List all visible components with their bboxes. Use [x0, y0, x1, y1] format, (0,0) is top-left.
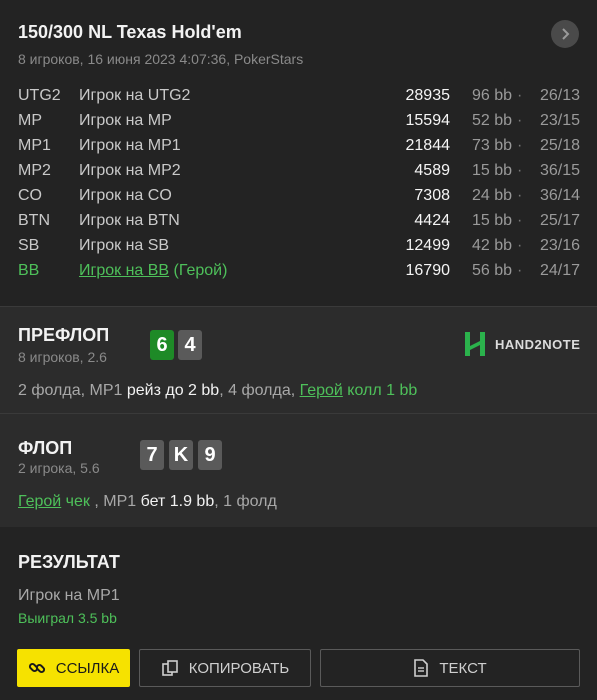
player-position: CO: [18, 187, 42, 204]
copy-button[interactable]: КОПИРОВАТЬ: [139, 649, 311, 687]
player-name: Игрок на BB (Герой): [79, 262, 227, 280]
stat-separator: ·: [517, 112, 523, 129]
result-won: Выиграл 3.5 bb: [18, 610, 117, 626]
copy-icon: [161, 659, 179, 677]
hand2note-logo: HAND2NOTE: [463, 331, 580, 357]
hero-link[interactable]: Герой: [300, 382, 343, 399]
player-position: MP2: [18, 162, 51, 179]
player-stats: 23/16: [539, 237, 580, 254]
flop-actions: Герой чек , MP1 бет 1.9 bb, 1 фолд: [18, 493, 277, 510]
player-name: Игрок на MP1: [79, 137, 181, 154]
player-stats: 23/15: [539, 112, 580, 129]
player-position: SB: [18, 237, 40, 254]
link-icon: [28, 659, 46, 677]
hand2note-logo-icon: [465, 332, 485, 356]
flop-sub: 2 игрока, 5.6: [18, 460, 100, 476]
player-stack: 4424: [414, 212, 450, 229]
players-table: UTG2 Игрок на UTG2 28935 96 bb · 26/13 M…: [0, 84, 597, 284]
player-row: UTG2 Игрок на UTG2 28935 96 bb · 26/13: [0, 84, 597, 109]
player-row: MP1 Игрок на MP1 21844 73 bb · 25/18: [0, 134, 597, 159]
result-title: РЕЗУЛЬТАТ: [18, 552, 120, 572]
preflop-section: ПРЕФЛОП 8 игроков, 2.6 6 4 HAND2NOTE 2 ф…: [0, 306, 597, 413]
hand-header: 150/300 NL Texas Hold'em 8 игроков, 16 и…: [0, 0, 597, 306]
player-stack-bb: 73 bb: [471, 137, 512, 154]
preflop-title: ПРЕФЛОП: [18, 325, 110, 345]
hero-name-link[interactable]: Игрок на BB: [79, 262, 169, 279]
stat-separator: ·: [517, 87, 523, 104]
hand2note-logo-text: HAND2NOTE: [495, 336, 581, 352]
player-stack: 12499: [405, 237, 451, 254]
link-button-label: ССЫЛКА: [55, 659, 120, 677]
result-section: РЕЗУЛЬТАТ Игрок на MP1 Выиграл 3.5 bb СС…: [0, 527, 597, 700]
chevron-right-icon: [562, 28, 570, 40]
player-stack: 28935: [405, 87, 451, 104]
player-stack-bb: 52 bb: [471, 112, 512, 129]
player-name: Игрок на BTN: [79, 212, 180, 229]
player-position: MP1: [18, 137, 51, 154]
hole-card: 4: [178, 330, 202, 360]
board-card: 7: [140, 440, 164, 470]
board-card: K: [169, 440, 193, 470]
player-stack-bb: 42 bb: [471, 237, 512, 254]
player-name: Игрок на SB: [79, 237, 170, 254]
player-row: MP2 Игрок на MP2 4589 15 bb · 36/15: [0, 159, 597, 184]
player-stack-bb: 15 bb: [471, 212, 512, 229]
hole-card: 6: [150, 330, 174, 360]
stat-separator: ·: [517, 262, 523, 279]
player-row: MP Игрок на MP 15594 52 bb · 23/15: [0, 109, 597, 134]
hand-title: 150/300 NL Texas Hold'em: [18, 22, 242, 42]
player-stats: 36/14: [539, 187, 580, 204]
board-card: 9: [198, 440, 222, 470]
stat-separator: ·: [517, 187, 523, 204]
link-button[interactable]: ССЫЛКА: [17, 649, 130, 687]
player-row-hero: BB Игрок на BB (Герой) 16790 56 bb · 24/…: [0, 259, 597, 284]
player-stack: 21844: [405, 137, 451, 154]
player-position: UTG2: [18, 87, 61, 104]
player-stack: 7308: [414, 187, 450, 204]
player-stats: 25/18: [539, 137, 580, 154]
player-stack-bb: 56 bb: [471, 262, 512, 279]
player-stack-bb: 15 bb: [471, 162, 512, 179]
player-row: BTN Игрок на BTN 4424 15 bb · 25/17: [0, 209, 597, 234]
player-name: Игрок на CO: [79, 187, 172, 204]
player-name: Игрок на MP2: [79, 162, 181, 179]
preflop-actions: 2 фолда, MP1 рейз до 2 bb, 4 фолда, Геро…: [18, 382, 418, 399]
player-stack: 16790: [405, 262, 451, 279]
player-stats: 26/13: [539, 87, 580, 104]
player-position: BB: [18, 262, 40, 279]
player-row: CO Игрок на CO 7308 24 bb · 36/14: [0, 184, 597, 209]
player-stats: 25/17: [539, 212, 580, 229]
flop-title: ФЛОП: [18, 438, 73, 458]
document-icon: [413, 659, 429, 677]
player-stack-bb: 24 bb: [471, 187, 512, 204]
hand-subtitle: 8 игроков, 16 июня 2023 4:07:36, PokerSt…: [18, 51, 304, 67]
player-stack-bb: 96 bb: [471, 87, 512, 104]
player-stats: 36/15: [539, 162, 580, 179]
hero-link[interactable]: Герой: [18, 493, 61, 510]
stat-separator: ·: [517, 137, 523, 154]
text-button[interactable]: ТЕКСТ: [320, 649, 580, 687]
text-button-label: ТЕКСТ: [439, 659, 487, 677]
player-row: SB Игрок на SB 12499 42 bb · 23/16: [0, 234, 597, 259]
player-stack: 4589: [414, 162, 450, 179]
result-player: Игрок на MP1: [18, 587, 120, 604]
player-stats: 24/17: [539, 262, 580, 279]
next-hand-button[interactable]: [551, 20, 579, 48]
player-name: Игрок на UTG2: [79, 87, 191, 104]
flop-section: ФЛОП 2 игрока, 5.6 7 K 9 Герой чек , MP1…: [0, 413, 597, 527]
stat-separator: ·: [517, 237, 523, 254]
hero-tag: (Герой): [169, 262, 228, 279]
player-stack: 15594: [405, 112, 451, 129]
player-position: MP: [18, 112, 42, 129]
stat-separator: ·: [517, 212, 523, 229]
player-name: Игрок на MP: [79, 112, 172, 129]
player-position: BTN: [18, 212, 50, 229]
copy-button-label: КОПИРОВАТЬ: [188, 659, 290, 677]
preflop-sub: 8 игроков, 2.6: [18, 349, 107, 365]
stat-separator: ·: [517, 162, 523, 179]
